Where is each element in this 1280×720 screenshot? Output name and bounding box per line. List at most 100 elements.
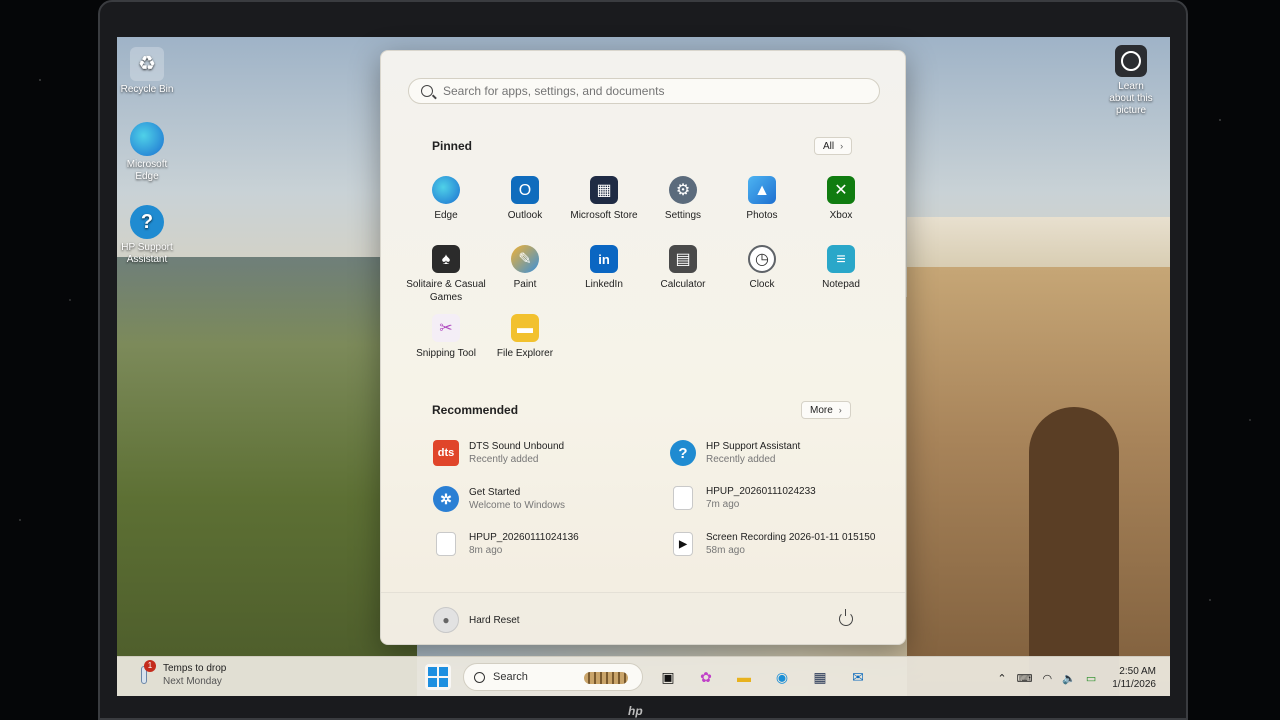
pinned-app-label: Edge — [434, 210, 458, 221]
power-icon[interactable] — [839, 609, 853, 626]
recommended-item-hpup-2[interactable]: HPUP_20260111024136 8m ago — [433, 532, 653, 556]
pinned-app-photos[interactable]: ▲ Photos — [722, 176, 802, 222]
pinned-app-xbox[interactable]: ✕ Xbox — [801, 176, 881, 222]
folder-icon: ▬ — [511, 314, 539, 342]
wifi-icon[interactable]: ◠ — [1043, 672, 1053, 685]
volume-icon[interactable]: 🔈 — [1062, 672, 1076, 685]
recommended-item-hpup-1[interactable]: HPUP_20260111024233 7m ago — [670, 486, 890, 510]
task-view-icon[interactable]: ▣ — [655, 664, 681, 690]
recycle-bin-icon: ♻ — [130, 47, 164, 81]
thermometer-icon: 1 — [135, 660, 156, 688]
recommended-title: Recommended — [432, 403, 519, 417]
recommended-subtitle: 58m ago — [706, 545, 745, 556]
more-button[interactable]: More › — [801, 401, 851, 419]
clock-display[interactable]: 2:50 AM 1/11/2026 — [1112, 665, 1156, 691]
notepad-icon: ≡ — [827, 245, 855, 273]
file-explorer-icon[interactable]: ▬ — [731, 664, 757, 690]
recommended-subtitle: 8m ago — [469, 545, 503, 556]
getstarted-icon: ✲ — [433, 486, 459, 512]
weather-widget[interactable]: 1 Temps to drop Next Monday — [135, 660, 227, 688]
store-icon[interactable]: ▦ — [807, 664, 833, 690]
recommended-item-hp-support[interactable]: ? HP Support Assistant Recently added — [670, 440, 890, 466]
pinned-app-label: Xbox — [829, 210, 853, 221]
keyboard-icon[interactable]: ⌨ — [1017, 672, 1033, 685]
windows-logo-icon — [428, 667, 448, 687]
pinned-app-outlook[interactable]: O Outlook — [485, 176, 565, 222]
start-menu: Pinned All › Edge O Outlook ▦ Microsoft … — [380, 50, 906, 645]
pinned-app-label: Calculator — [660, 279, 706, 290]
recommended-title: HP Support Assistant — [706, 441, 801, 452]
wallpaper-valley — [117, 257, 417, 696]
outlook-icon[interactable]: ✉ — [845, 664, 871, 690]
search-icon — [421, 85, 433, 97]
weather-title: Temps to drop — [163, 663, 227, 674]
desktop-icon-hp-support[interactable]: ? HP Support Assistant — [117, 205, 177, 266]
search-highlight-icon — [584, 672, 628, 684]
hp-logo: hp — [628, 704, 643, 718]
pinned-app-store[interactable]: ▦ Microsoft Store — [564, 176, 644, 222]
pinned-app-snipping-tool[interactable]: ✂ Snipping Tool — [406, 314, 486, 360]
pinned-app-paint[interactable]: ✎ Paint — [485, 245, 565, 291]
question-icon: ? — [130, 205, 164, 239]
start-search-input[interactable] — [443, 84, 863, 98]
pinned-app-calculator[interactable]: ▤ Calculator — [643, 245, 723, 291]
outlook-icon: O — [511, 176, 539, 204]
recommended-subtitle: 7m ago — [706, 499, 740, 510]
pinned-app-clock[interactable]: ◷ Clock — [722, 245, 802, 291]
start-search-box[interactable] — [408, 78, 880, 104]
recommended-item-get-started[interactable]: ✲ Get Started Welcome to Windows — [433, 486, 653, 512]
battery-icon[interactable]: ▭ — [1086, 672, 1096, 685]
pinned-app-edge[interactable]: Edge — [406, 176, 486, 222]
recommended-title: DTS Sound Unbound — [469, 441, 565, 452]
pinned-app-label: Paint — [513, 279, 537, 290]
all-apps-button[interactable]: All › — [814, 137, 853, 155]
recommended-item-screen-recording[interactable]: ▶ Screen Recording 2026-01-11 015150 58m… — [670, 532, 900, 556]
recommended-title: Screen Recording 2026-01-11 015150 — [706, 532, 876, 543]
document-icon — [673, 486, 693, 510]
chevron-right-icon: › — [838, 405, 842, 415]
chevron-right-icon: › — [840, 141, 844, 151]
desktop-icon-label: Microsoft Edge — [126, 159, 168, 182]
clock-date: 1/11/2026 — [1112, 679, 1156, 690]
user-name: Hard Reset — [469, 614, 520, 626]
more-label: More — [810, 404, 833, 416]
desktop-icon-label: HP Support Assistant — [121, 242, 173, 265]
desktop-icon-label: Recycle Bin — [120, 84, 174, 95]
pinned-app-notepad[interactable]: ≡ Notepad — [801, 245, 881, 291]
pinned-app-settings[interactable]: ⚙ Settings — [643, 176, 723, 222]
pinned-app-file-explorer[interactable]: ▬ File Explorer — [485, 314, 565, 360]
video-file-icon: ▶ — [673, 532, 693, 556]
taskbar-search[interactable]: Search — [463, 663, 643, 691]
scissors-icon: ✂ — [432, 314, 460, 342]
chevron-up-icon[interactable]: ⌃ — [997, 672, 1006, 685]
pinned-app-linkedin[interactable]: in LinkedIn — [564, 245, 644, 291]
pinned-app-label: Solitaire & Casual Games — [406, 279, 486, 303]
document-icon — [436, 532, 456, 556]
calculator-icon: ▤ — [669, 245, 697, 273]
recommended-title: HPUP_20260111024136 — [469, 532, 579, 543]
learn-label: Learn about this picture — [1109, 81, 1153, 116]
pinned-app-label: Notepad — [822, 279, 860, 290]
recommended-item-dts[interactable]: dts DTS Sound Unbound Recently added — [433, 440, 653, 466]
camera-icon — [1115, 45, 1147, 77]
desktop-icon-recycle-bin[interactable]: ♻ Recycle Bin — [117, 47, 177, 96]
learn-about-picture[interactable]: Learn about this picture — [1108, 45, 1154, 117]
start-button[interactable] — [425, 664, 451, 690]
taskbar: 1 Temps to drop Next Monday Search ▣ ✿ ▬… — [117, 656, 1170, 696]
xbox-icon: ✕ — [827, 176, 855, 204]
desktop-icon-edge[interactable]: Microsoft Edge — [117, 122, 177, 183]
system-tray: ⌃ ⌨ ◠ 🔈 ▭ 2:50 AM 1/11/2026 — [997, 665, 1156, 691]
taskbar-search-label: Search — [493, 671, 528, 683]
pinned-app-label: Photos — [746, 210, 778, 221]
pinned-app-solitaire[interactable]: ♠ Solitaire & Casual Games — [406, 245, 486, 304]
wallpaper-bridge-arch — [1029, 407, 1119, 696]
user-account-button[interactable]: ● Hard Reset — [433, 607, 520, 633]
copilot-icon[interactable]: ✿ — [693, 664, 719, 690]
photos-icon: ▲ — [748, 176, 776, 204]
user-avatar-icon: ● — [433, 607, 459, 633]
pinned-app-label: Settings — [664, 210, 702, 221]
recommended-subtitle: Recently added — [706, 454, 776, 465]
edge-icon[interactable]: ◉ — [769, 664, 795, 690]
pinned-app-label: Outlook — [507, 210, 543, 221]
pinned-title: Pinned — [432, 139, 473, 153]
